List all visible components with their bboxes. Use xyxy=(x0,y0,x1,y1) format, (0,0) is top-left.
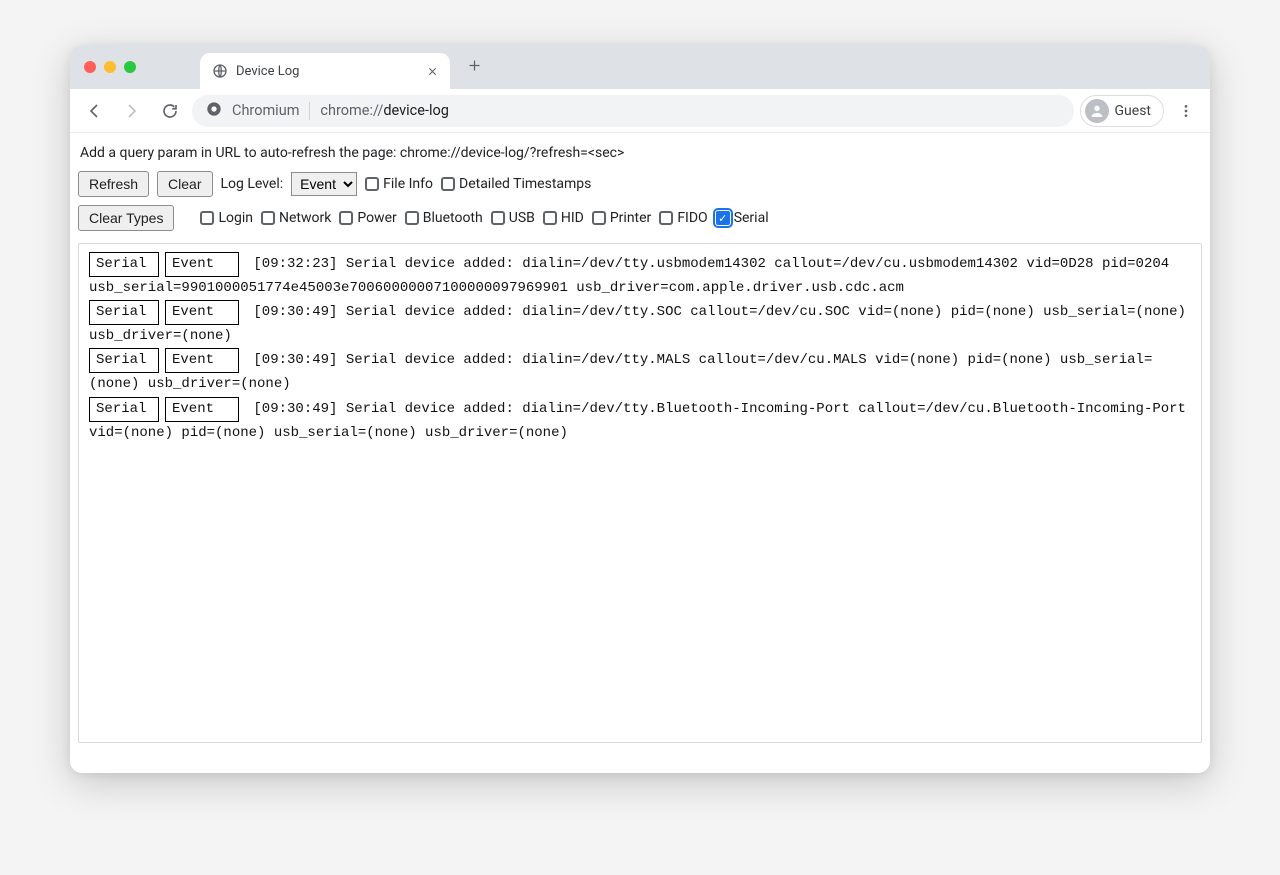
controls-row-1: Refresh Clear Log Level: Event File Info… xyxy=(78,169,1202,203)
titlebar: Device Log xyxy=(70,45,1210,89)
type-bluetooth-checkbox[interactable]: Bluetooth xyxy=(405,210,483,226)
file-info-label: File Info xyxy=(383,176,433,192)
type-power-checkbox[interactable]: Power xyxy=(339,210,396,226)
omnibox-url-path: device-log xyxy=(383,102,449,119)
clear-button[interactable]: Clear xyxy=(157,171,212,197)
log-level-select[interactable]: Event xyxy=(291,172,357,196)
omnibox[interactable]: Chromium chrome://device-log xyxy=(192,95,1074,127)
window-zoom-button[interactable] xyxy=(124,61,136,73)
log-message: [09:30:49] Serial device added: dialin=/… xyxy=(89,401,1186,441)
detailed-timestamps-checkbox[interactable]: Detailed Timestamps xyxy=(441,176,591,192)
profile-label: Guest xyxy=(1115,103,1151,119)
log-output: SerialEvent [09:32:23] Serial device add… xyxy=(78,243,1202,743)
avatar-icon xyxy=(1085,99,1109,123)
globe-icon xyxy=(212,63,228,79)
type-fido-label: FIDO xyxy=(677,210,707,226)
log-message: [09:30:49] Serial device added: dialin=/… xyxy=(89,304,1186,344)
window-minimize-button[interactable] xyxy=(104,61,116,73)
reload-button[interactable] xyxy=(154,95,186,127)
log-type-tag: Serial xyxy=(89,397,159,422)
log-level-tag: Event xyxy=(165,397,239,422)
tab-close-button[interactable] xyxy=(424,63,440,79)
omnibox-chip-label: Chromium xyxy=(232,102,299,119)
log-type-tag: Serial xyxy=(89,300,159,325)
omnibox-separator xyxy=(309,102,310,120)
forward-button[interactable] xyxy=(116,95,148,127)
log-type-tag: Serial xyxy=(89,252,159,277)
log-type-tag: Serial xyxy=(89,348,159,373)
type-hid-checkbox[interactable]: HID xyxy=(543,210,584,226)
type-network-label: Network xyxy=(279,210,331,226)
log-entry: SerialEvent [09:30:49] Serial device add… xyxy=(89,397,1191,445)
tab-title: Device Log xyxy=(236,64,424,79)
profile-button[interactable]: Guest xyxy=(1080,95,1164,127)
controls-row-2: Clear Types Login Network Power Bluetoot… xyxy=(78,203,1202,237)
window-controls xyxy=(84,61,136,73)
type-serial-checkbox[interactable]: ✓Serial xyxy=(716,210,769,226)
type-printer-label: Printer xyxy=(610,210,651,226)
refresh-hint-text: Add a query param in URL to auto-refresh… xyxy=(78,141,1202,169)
new-tab-button[interactable] xyxy=(460,51,488,79)
type-login-label: Login xyxy=(218,210,253,226)
detailed-timestamps-label: Detailed Timestamps xyxy=(459,176,591,192)
type-usb-checkbox[interactable]: USB xyxy=(491,210,535,226)
log-level-tag: Event xyxy=(165,252,239,277)
type-printer-checkbox[interactable]: Printer xyxy=(592,210,651,226)
window-close-button[interactable] xyxy=(84,61,96,73)
log-entry: SerialEvent [09:32:23] Serial device add… xyxy=(89,252,1191,300)
type-fido-checkbox[interactable]: FIDO xyxy=(659,210,707,226)
browser-tab[interactable]: Device Log xyxy=(200,53,450,89)
chrome-icon xyxy=(206,101,222,121)
page-content: Add a query param in URL to auto-refresh… xyxy=(70,133,1210,773)
type-hid-label: HID xyxy=(561,210,584,226)
log-level-label: Log Level: xyxy=(221,176,284,192)
log-level-tag: Event xyxy=(165,300,239,325)
browser-toolbar: Chromium chrome://device-log Guest xyxy=(70,89,1210,133)
log-entry: SerialEvent [09:30:49] Serial device add… xyxy=(89,348,1191,396)
log-message: [09:30:49] Serial device added: dialin=/… xyxy=(89,352,1152,392)
omnibox-url-prefix: chrome:// xyxy=(320,102,383,119)
log-entry: SerialEvent [09:30:49] Serial device add… xyxy=(89,300,1191,348)
type-power-label: Power xyxy=(357,210,396,226)
type-usb-label: USB xyxy=(509,210,535,226)
log-message: [09:32:23] Serial device added: dialin=/… xyxy=(89,256,1169,296)
menu-button[interactable] xyxy=(1170,95,1202,127)
type-serial-label: Serial xyxy=(734,210,769,226)
type-bluetooth-label: Bluetooth xyxy=(423,210,483,226)
file-info-checkbox[interactable]: File Info xyxy=(365,176,433,192)
back-button[interactable] xyxy=(78,95,110,127)
type-network-checkbox[interactable]: Network xyxy=(261,210,331,226)
log-level-tag: Event xyxy=(165,348,239,373)
clear-types-button[interactable]: Clear Types xyxy=(78,205,174,231)
refresh-button[interactable]: Refresh xyxy=(78,171,149,197)
browser-window: Device Log Chromium chrome://device-l xyxy=(70,45,1210,773)
type-login-checkbox[interactable]: Login xyxy=(200,210,253,226)
